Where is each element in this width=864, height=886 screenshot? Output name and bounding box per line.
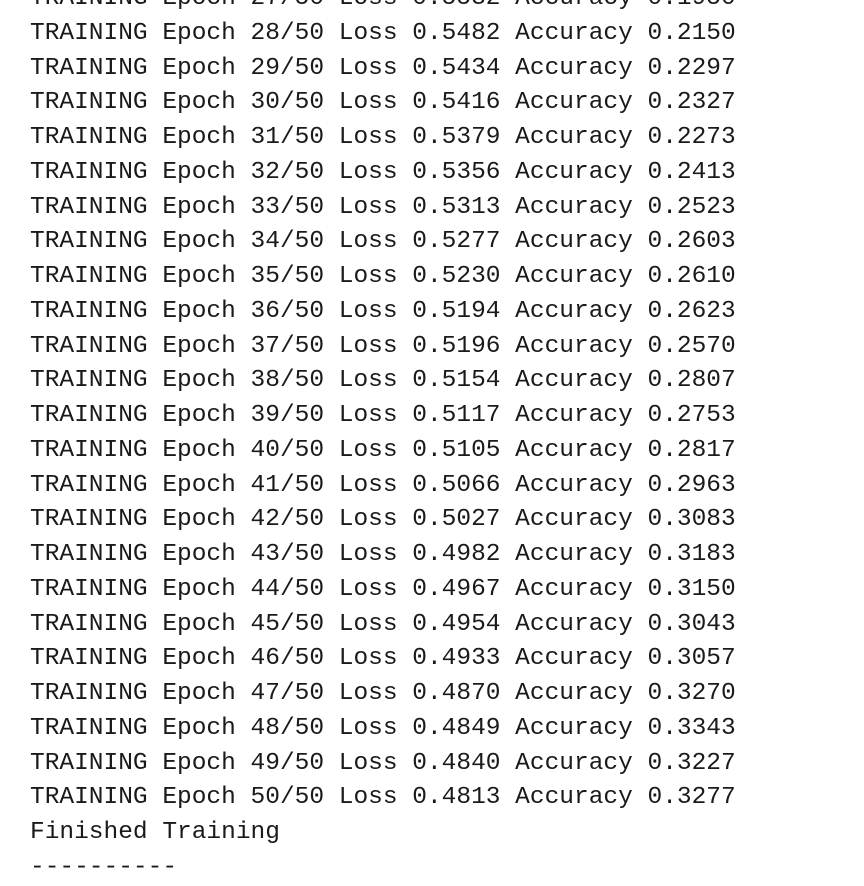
log-line: TRAINING Epoch 41/50 Loss 0.5066 Accurac… <box>30 471 736 499</box>
log-line: TRAINING Epoch 33/50 Loss 0.5313 Accurac… <box>30 193 736 221</box>
log-line: TRAINING Epoch 49/50 Loss 0.4840 Accurac… <box>30 749 736 777</box>
log-line: TRAINING Epoch 30/50 Loss 0.5416 Accurac… <box>30 89 736 117</box>
log-line: TRAINING Epoch 28/50 Loss 0.5482 Accurac… <box>30 19 736 47</box>
finished-message: Finished Training <box>30 819 280 846</box>
log-line: TRAINING Epoch 35/50 Loss 0.5230 Accurac… <box>30 263 736 290</box>
log-line: TRAINING Epoch 46/50 Loss 0.4933 Accurac… <box>30 645 736 673</box>
log-line: TRAINING Epoch 47/50 Loss 0.4870 Accurac… <box>30 680 736 707</box>
log-line: TRAINING Epoch 38/50 Loss 0.5154 Accurac… <box>30 367 736 395</box>
log-line: TRAINING Epoch 36/50 Loss 0.5194 Accurac… <box>30 297 736 325</box>
log-line: TRAINING Epoch 31/50 Loss 0.5379 Accurac… <box>30 124 736 151</box>
log-line: TRAINING Epoch 45/50 Loss 0.4954 Accurac… <box>30 610 736 638</box>
log-line: TRAINING Epoch 27/50 Loss 0.5532 Accurac… <box>30 0 736 17</box>
log-line: TRAINING Epoch 32/50 Loss 0.5356 Accurac… <box>30 158 736 186</box>
log-line: TRAINING Epoch 43/50 Loss 0.4982 Accurac… <box>30 541 736 568</box>
log-line: TRAINING Epoch 40/50 Loss 0.5105 Accurac… <box>30 436 736 464</box>
training-output: TRAINING Epoch 27/50 Loss 0.5532 Accurac… <box>30 0 736 886</box>
log-line: TRAINING Epoch 50/50 Loss 0.4813 Accurac… <box>30 784 736 812</box>
log-line: TRAINING Epoch 37/50 Loss 0.5196 Accurac… <box>30 332 736 360</box>
log-line: TRAINING Epoch 48/50 Loss 0.4849 Accurac… <box>30 714 736 742</box>
separator-line: ---------- <box>30 853 178 881</box>
log-line: TRAINING Epoch 39/50 Loss 0.5117 Accurac… <box>30 402 736 429</box>
log-line: TRAINING Epoch 34/50 Loss 0.5277 Accurac… <box>30 228 736 256</box>
log-line: TRAINING Epoch 44/50 Loss 0.4967 Accurac… <box>30 575 736 603</box>
log-line: TRAINING Epoch 29/50 Loss 0.5434 Accurac… <box>30 54 736 82</box>
log-line: TRAINING Epoch 42/50 Loss 0.5027 Accurac… <box>30 506 736 534</box>
